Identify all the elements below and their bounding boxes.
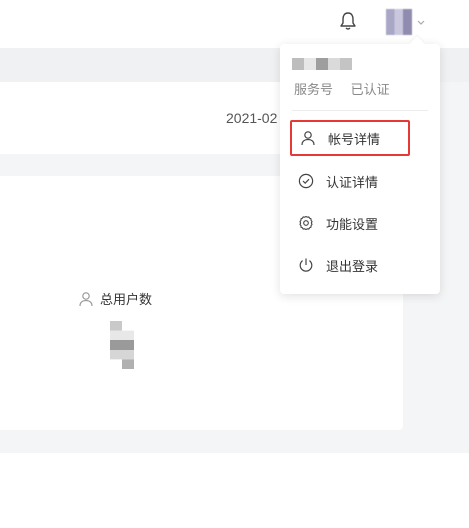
- menu-item-label: 认证详情: [326, 174, 379, 190]
- date-label: 2021-02: [226, 110, 278, 126]
- gear-icon: [299, 215, 313, 231]
- total-users-label: 总用户数: [78, 289, 152, 308]
- divider: [292, 110, 428, 111]
- bell-icon: [340, 12, 356, 30]
- menu-item-label: 帐号详情: [328, 131, 381, 147]
- notification-button[interactable]: [333, 6, 363, 36]
- menu-item-label: 功能设置: [326, 216, 379, 232]
- menu-item-feature-settings[interactable]: 功能设置: [290, 205, 410, 241]
- account-type: 服务号: [294, 82, 334, 97]
- top-header: [0, 0, 469, 48]
- menu-item-account-details[interactable]: 帐号详情: [290, 120, 410, 156]
- user-icon: [79, 291, 93, 306]
- menu-item-label: 退出登录: [326, 258, 379, 274]
- account-meta: 服务号 已认证: [294, 79, 390, 98]
- chevron-down-icon[interactable]: [416, 12, 430, 30]
- verification-status: 已认证: [350, 82, 390, 97]
- user-icon: [301, 131, 315, 146]
- total-users-text: 总用户数: [100, 292, 153, 307]
- account-name: [292, 58, 352, 70]
- footer-area: [0, 453, 469, 528]
- menu-item-verification-details[interactable]: 认证详情: [290, 163, 410, 199]
- check-circle-icon: [298, 173, 314, 189]
- avatar[interactable]: [386, 9, 412, 35]
- account-dropdown: 服务号 已认证 帐号详情 认证详情 功能设置 退出登录: [280, 44, 440, 294]
- power-icon: [299, 258, 313, 272]
- menu-item-logout[interactable]: 退出登录: [290, 247, 410, 283]
